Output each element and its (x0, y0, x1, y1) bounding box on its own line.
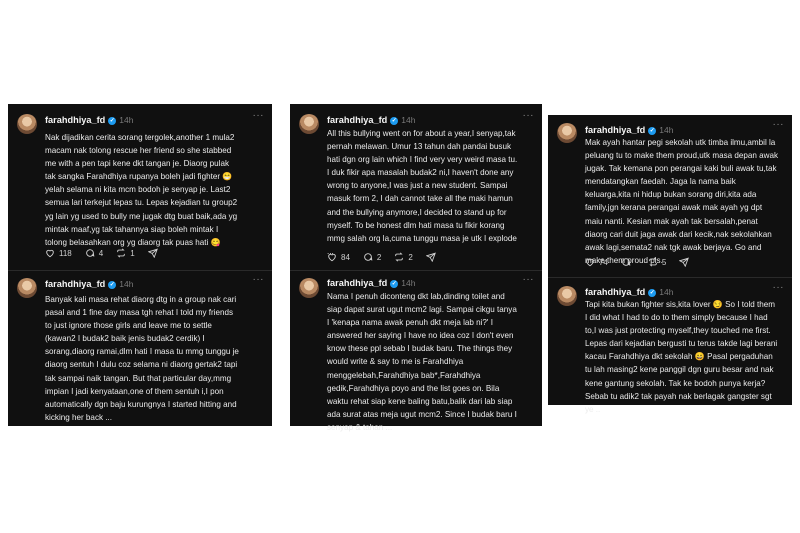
verified-badge-icon: ✓ (108, 280, 117, 289)
repost-count: 1 (130, 248, 135, 258)
comment-icon (85, 249, 95, 257)
post-text: Nama I penuh diconteng dkt lab,dinding t… (327, 292, 517, 432)
post-card[interactable]: farahdhiya_fd ✓ 14h ··· Tapi kita bukan fi… (548, 278, 792, 414)
verified-badge-icon: ✓ (648, 126, 657, 135)
more-options-icon[interactable]: ··· (253, 110, 265, 121)
username[interactable]: farahdhiya_fd (327, 278, 387, 288)
send-icon (679, 257, 690, 267)
post-header: farahdhiya_fd ✓ 14h (585, 287, 673, 297)
avatar[interactable] (17, 114, 37, 134)
share-button[interactable] (425, 252, 436, 262)
reply-count: 4 (98, 248, 104, 258)
post-text: Nak dijadikan cerita sorang tergolek,ano… (45, 133, 238, 247)
avatar[interactable] (557, 123, 577, 143)
repost-button[interactable]: 1 (116, 248, 135, 258)
avatar[interactable] (17, 278, 37, 298)
like-count: 118 (59, 248, 72, 258)
heart-icon (46, 249, 54, 258)
username[interactable]: farahdhiya_fd (45, 279, 105, 289)
like-button[interactable]: 84 (327, 252, 350, 262)
send-icon (425, 252, 436, 262)
repost-count: 5 (661, 257, 667, 267)
repost-button[interactable]: 2 (394, 252, 413, 262)
like-count: 74 (599, 257, 608, 267)
verified-badge-icon: ✓ (108, 116, 117, 125)
post-card[interactable]: farahdhiya_fd ✓ 14h ··· Mak ayah hantar pe… (548, 115, 792, 275)
more-options-icon[interactable]: ··· (773, 282, 785, 293)
verified-badge-icon: ✓ (648, 288, 657, 297)
avatar[interactable] (557, 286, 577, 306)
post-actions: 74 5 (585, 257, 690, 267)
post-header: farahdhiya_fd ✓ 14h (45, 115, 133, 125)
thread-panel-2: farahdhiya_fd ✓ 14h ··· All this bullying … (290, 104, 542, 432)
reply-button[interactable]: 2 (363, 252, 381, 262)
post-text: Mak ayah hantar pegi sekolah utk timba i… (585, 138, 779, 265)
reply-button[interactable]: 4 (85, 248, 103, 258)
post-text: All this bullying went on for about a ye… (327, 129, 518, 256)
avatar[interactable] (299, 114, 319, 134)
post-card[interactable]: farahdhiya_fd ✓ 14h ··· Banyak kali masa r… (8, 271, 272, 426)
more-options-icon[interactable]: ··· (253, 274, 265, 285)
post-header: farahdhiya_fd ✓ 14h (45, 279, 133, 289)
heart-icon (586, 258, 594, 267)
reply-button[interactable] (621, 257, 635, 267)
share-button[interactable] (679, 257, 690, 267)
post-card[interactable]: farahdhiya_fd ✓ 14h ··· All this bullying … (290, 104, 542, 270)
like-count: 84 (341, 252, 350, 262)
avatar[interactable] (299, 278, 319, 298)
reply-count: 2 (376, 252, 382, 262)
heart-icon (328, 253, 336, 262)
post-actions: 118 4 1 (45, 248, 158, 258)
more-options-icon[interactable]: ··· (773, 119, 785, 130)
comment-icon (364, 253, 373, 261)
like-button[interactable]: 74 (585, 257, 608, 267)
post-time: 14h (401, 115, 416, 125)
post-header: farahdhiya_fd ✓ 14h (327, 115, 415, 125)
post-header: farahdhiya_fd ✓ 14h (327, 278, 415, 288)
thread-panel-3: farahdhiya_fd ✓ 14h ··· Mak ayah hantar pe… (548, 115, 792, 414)
send-icon (147, 248, 158, 258)
username[interactable]: farahdhiya_fd (45, 115, 105, 125)
comment-icon (622, 258, 631, 266)
repost-icon (649, 257, 657, 267)
repost-icon (395, 252, 404, 262)
share-button[interactable] (147, 248, 158, 258)
more-options-icon[interactable]: ··· (523, 274, 535, 285)
repost-count: 2 (408, 252, 413, 262)
repost-icon (117, 248, 126, 258)
post-header: farahdhiya_fd ✓ 14h (585, 125, 673, 135)
verified-badge-icon: ✓ (390, 116, 399, 125)
post-time: 14h (659, 125, 674, 135)
verified-badge-icon: ✓ (390, 279, 399, 288)
post-card[interactable]: farahdhiya_fd ✓ 14h ··· Nama I penuh dicon… (290, 271, 542, 432)
post-text: Tapi kita bukan fighter sis,kita lover 😏… (585, 300, 778, 414)
post-time: 14h (119, 115, 134, 125)
username[interactable]: farahdhiya_fd (585, 287, 645, 297)
thread-panel-1: farahdhiya_fd ✓ 14h ··· Nak dijadikan ceri… (8, 104, 272, 426)
more-options-icon[interactable]: ··· (523, 110, 535, 121)
post-actions: 84 2 2 (327, 252, 436, 262)
username[interactable]: farahdhiya_fd (585, 125, 645, 135)
post-time: 14h (659, 287, 674, 297)
username[interactable]: farahdhiya_fd (327, 115, 387, 125)
post-time: 14h (401, 278, 416, 288)
like-button[interactable]: 118 (45, 248, 72, 258)
repost-button[interactable]: 5 (648, 257, 666, 267)
post-card[interactable]: farahdhiya_fd ✓ 14h ··· Nak dijadikan ceri… (8, 104, 272, 270)
post-time: 14h (119, 279, 134, 289)
post-text: Banyak kali masa rehat diaorg dtg in a g… (45, 295, 239, 422)
